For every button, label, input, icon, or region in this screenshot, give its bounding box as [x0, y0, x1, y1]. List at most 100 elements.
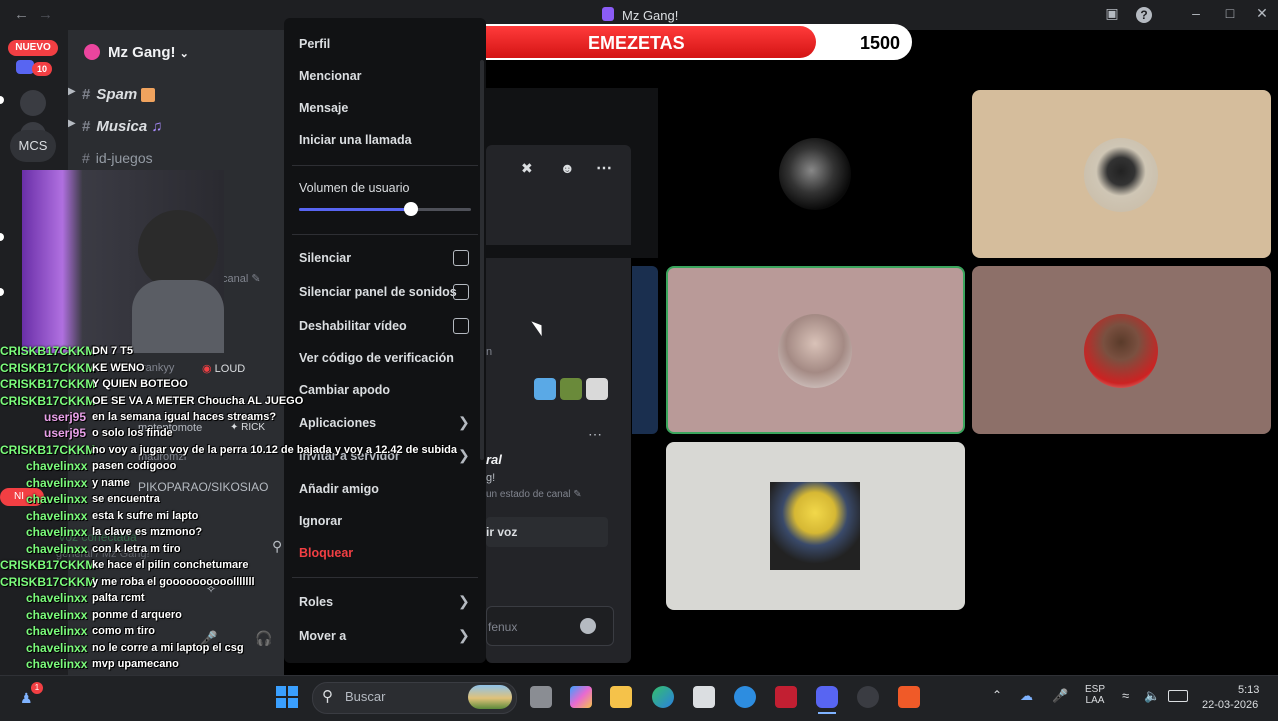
- menu-item-start-call[interactable]: Iniciar una llamada: [299, 133, 412, 147]
- server-avatar: [84, 44, 100, 60]
- profile-name-fragment: ral: [486, 452, 502, 467]
- close-icon[interactable]: ✕: [1252, 5, 1272, 22]
- minecraft-icon[interactable]: [560, 378, 582, 400]
- video-call-icon[interactable]: ✖: [521, 160, 533, 177]
- participant-avatar: [779, 138, 851, 210]
- participant-tile[interactable]: [666, 442, 965, 610]
- battery-icon[interactable]: [1168, 690, 1188, 702]
- more-options-icon[interactable]: ⋯: [596, 158, 612, 178]
- channel-status-hint[interactable]: canal ✎: [222, 272, 261, 285]
- edge-icon[interactable]: [652, 686, 674, 708]
- menu-item-add-friend[interactable]: Añadir amigo: [299, 482, 379, 496]
- start-icon[interactable]: [276, 686, 298, 708]
- emoji-icon[interactable]: [580, 618, 596, 634]
- menu-item-profile[interactable]: Perfil: [299, 37, 330, 51]
- microphone-icon[interactable]: 🎤: [1052, 688, 1068, 704]
- onedrive-icon[interactable]: ☁: [1020, 688, 1033, 704]
- active-app-indicator: [818, 712, 836, 714]
- new-badge[interactable]: NUEVO: [8, 40, 58, 56]
- menu-item-apps[interactable]: Aplicaciones: [299, 416, 376, 430]
- chat-user: CRISKB17CKKM: [0, 361, 96, 375]
- participant-tile[interactable]: [972, 90, 1271, 258]
- tray-chevron-up-icon[interactable]: ⌃: [992, 688, 1002, 702]
- profile-text-fragment: g!: [486, 472, 496, 484]
- channel-musica[interactable]: # Musica ♫: [82, 118, 163, 135]
- store-icon[interactable]: [693, 686, 715, 708]
- menu-item-block[interactable]: Bloquear: [299, 546, 353, 560]
- chat-message: y name: [92, 477, 130, 489]
- obs-icon[interactable]: [857, 686, 879, 708]
- volume-slider-knob[interactable]: [403, 202, 418, 216]
- menu-item-change-nickname[interactable]: Cambiar apodo: [299, 383, 390, 397]
- volume-slider-track[interactable]: [299, 202, 471, 216]
- volume-icon[interactable]: 🔈: [1144, 688, 1160, 704]
- participant-tile-speaking[interactable]: [666, 266, 965, 434]
- menu-item-roles[interactable]: Roles: [299, 595, 333, 609]
- mcafee-icon[interactable]: [775, 686, 797, 708]
- menu-item-disable-video[interactable]: Deshabilitar vídeo: [299, 319, 407, 333]
- chat-message: mvp upamecano: [92, 658, 179, 670]
- menu-item-message[interactable]: Mensaje: [299, 101, 348, 115]
- server-icon-logo[interactable]: [20, 90, 46, 116]
- participant-tile[interactable]: [972, 266, 1271, 434]
- spam-emoji-icon: [141, 88, 156, 103]
- headphones-icon[interactable]: 🎧: [255, 630, 272, 647]
- language-indicator[interactable]: ESP LAA: [1085, 684, 1105, 706]
- collapse-arrow-icon[interactable]: ▶: [68, 86, 76, 97]
- brave-icon[interactable]: [898, 686, 920, 708]
- file-explorer-icon[interactable]: [610, 686, 632, 708]
- menu-item-mention[interactable]: Mencionar: [299, 69, 362, 83]
- clock-time[interactable]: 5:13: [1238, 684, 1259, 696]
- forward-arrow-icon[interactable]: →: [38, 6, 53, 23]
- connection-icon-1[interactable]: [534, 378, 556, 400]
- wifi-icon[interactable]: ≈: [1122, 688, 1129, 703]
- collapse-arrow-icon[interactable]: ▶: [68, 118, 76, 129]
- inbox-icon[interactable]: ▣: [1102, 5, 1122, 22]
- roblox-icon[interactable]: [586, 378, 608, 400]
- menu-scrollbar[interactable]: [480, 60, 484, 460]
- participant-avatar: [778, 314, 852, 388]
- search-icon: ⚲: [322, 688, 333, 705]
- clock-date[interactable]: 22-03-2026: [1202, 699, 1258, 711]
- participant-tile[interactable]: [666, 90, 965, 258]
- menu-item-mute[interactable]: Silenciar: [299, 251, 351, 265]
- chat-user: chavelinxx: [26, 608, 88, 622]
- app-icon[interactable]: [734, 686, 756, 708]
- volume-slider-fill: [299, 208, 411, 211]
- task-view-icon[interactable]: [530, 686, 552, 708]
- disable-video-checkbox[interactable]: [453, 318, 469, 334]
- join-voice-button[interactable]: ir voz: [486, 517, 608, 547]
- disconnect-icon[interactable]: ⚲: [272, 538, 282, 555]
- minimize-icon[interactable]: –: [1186, 5, 1206, 21]
- server-icon-mcs[interactable]: MCS: [10, 130, 56, 162]
- chat-message: la clave es mzmono?: [92, 526, 203, 538]
- discord-icon[interactable]: [816, 686, 838, 708]
- chat-user: CRISKB17CKKM: [0, 575, 96, 589]
- channel-id-juegos[interactable]: # id-juegos: [82, 150, 153, 166]
- status-hint[interactable]: un estado de canal ✎: [486, 489, 582, 500]
- menu-item-verification-code[interactable]: Ver código de verificación: [299, 351, 454, 365]
- notification-icon[interactable]: ♟: [20, 690, 33, 707]
- add-friend-icon[interactable]: ☻: [560, 160, 575, 176]
- menu-item-move-to[interactable]: Mover a: [299, 629, 346, 643]
- server-name[interactable]: Mz Gang! ⌄: [108, 44, 189, 61]
- channel-spam[interactable]: # Spam: [82, 86, 156, 103]
- member-name[interactable]: PIKOPARAO/SIKOSIAO: [138, 480, 268, 494]
- chevron-right-icon: ❯: [458, 447, 470, 463]
- mute-checkbox[interactable]: [453, 250, 469, 266]
- more-options-icon[interactable]: ⋯: [588, 426, 602, 443]
- member-name[interactable]: rankyy: [142, 362, 174, 374]
- maximize-icon[interactable]: □: [1220, 5, 1240, 21]
- hash-icon: #: [82, 86, 91, 103]
- menu-item-mute-soundboard[interactable]: Silenciar panel de sonidos: [299, 285, 457, 299]
- mute-soundboard-checkbox[interactable]: [453, 284, 469, 300]
- chat-user: CRISKB17CKKM: [0, 394, 96, 408]
- chat-message: en la semana igual haces streams?: [92, 411, 277, 423]
- back-arrow-icon[interactable]: ←: [14, 6, 29, 23]
- help-icon[interactable]: ?: [1136, 7, 1152, 23]
- unread-indicator: [0, 233, 4, 241]
- menu-item-ignore[interactable]: Ignorar: [299, 514, 342, 528]
- message-input-placeholder: fenux: [488, 620, 518, 634]
- copilot-icon[interactable]: [570, 686, 592, 708]
- chat-user: chavelinxx: [26, 657, 88, 671]
